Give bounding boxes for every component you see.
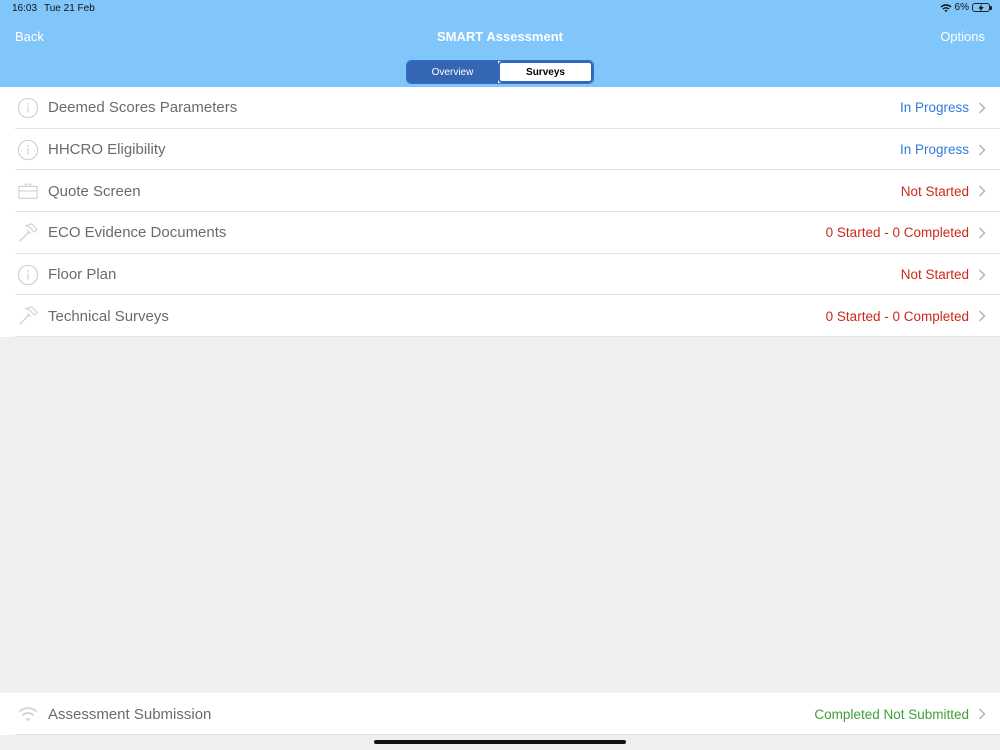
list-item-label: Assessment Submission: [48, 705, 212, 723]
list-item-floor-plan[interactable]: Floor Plan Not Started: [0, 254, 1000, 296]
battery-icon: [972, 3, 992, 12]
chevron-right-icon: [978, 144, 986, 156]
status-text: In Progress: [899, 142, 969, 158]
list-item-label: Deemed Scores Parameters: [48, 99, 238, 117]
status-text: Completed Not Submitted: [814, 706, 969, 722]
info-icon: [17, 264, 39, 286]
survey-list: Deemed Scores Parameters In Progress HHC…: [0, 87, 1000, 338]
status-indicators: 6%: [940, 2, 992, 13]
list-item-label: Technical Surveys: [48, 307, 169, 325]
submission-section: Assessment Submission Completed Not Subm…: [0, 693, 1000, 735]
info-icon: [17, 139, 39, 161]
segment-surveys[interactable]: Surveys: [498, 61, 593, 83]
list-item-assessment-submission[interactable]: Assessment Submission Completed Not Subm…: [0, 693, 1000, 735]
status-time: 16:03: [12, 3, 38, 14]
navigation-header: 16:03 Tue 21 Feb 6% Back SMART Assessmen…: [0, 0, 1000, 87]
wifi-status-icon: [940, 3, 952, 12]
list-item-label: Floor Plan: [48, 266, 117, 284]
chevron-right-icon: [978, 310, 986, 322]
battery-percent: 6%: [954, 2, 969, 13]
info-icon: [17, 97, 39, 119]
hammer-icon: [17, 305, 39, 327]
list-item-quote-screen[interactable]: Quote Screen Not Started: [0, 170, 1000, 212]
status-text: 0 Started - 0 Completed: [825, 308, 969, 324]
chevron-right-icon: [978, 185, 986, 197]
list-item-eco-evidence-documents[interactable]: ECO Evidence Documents 0 Started - 0 Com…: [0, 212, 1000, 254]
briefcase-icon: [17, 180, 39, 202]
charging-bolt-icon: [978, 3, 984, 12]
page-title: SMART Assessment: [437, 29, 563, 44]
list-item-technical-surveys[interactable]: Technical Surveys 0 Started - 0 Complete…: [0, 295, 1000, 337]
list-item-label: ECO Evidence Documents: [48, 224, 227, 242]
status-text: Not Started: [900, 183, 969, 199]
app-screen: 16:03 Tue 21 Feb 6% Back SMART Assessmen…: [0, 0, 1000, 750]
segment-overview[interactable]: Overview: [407, 61, 498, 83]
hammer-icon: [17, 222, 39, 244]
view-segmented-control: Overview Surveys: [406, 60, 594, 84]
status-text: In Progress: [899, 100, 969, 116]
chevron-right-icon: [978, 227, 986, 239]
options-button[interactable]: Options: [940, 29, 985, 44]
wifi-icon: [17, 703, 39, 725]
list-item-label: HHCRO Eligibility: [48, 141, 166, 159]
list-item-hhcro-eligibility[interactable]: HHCRO Eligibility In Progress: [0, 129, 1000, 171]
status-text: 0 Started - 0 Completed: [825, 225, 969, 241]
chevron-right-icon: [978, 269, 986, 281]
status-text: Not Started: [900, 267, 969, 283]
chevron-right-icon: [978, 102, 986, 114]
chevron-right-icon: [978, 708, 986, 720]
home-indicator[interactable]: [374, 740, 626, 744]
list-item-deemed-scores-parameters[interactable]: Deemed Scores Parameters In Progress: [0, 87, 1000, 129]
status-date: Tue 21 Feb: [44, 3, 95, 14]
list-item-label: Quote Screen: [48, 182, 141, 200]
